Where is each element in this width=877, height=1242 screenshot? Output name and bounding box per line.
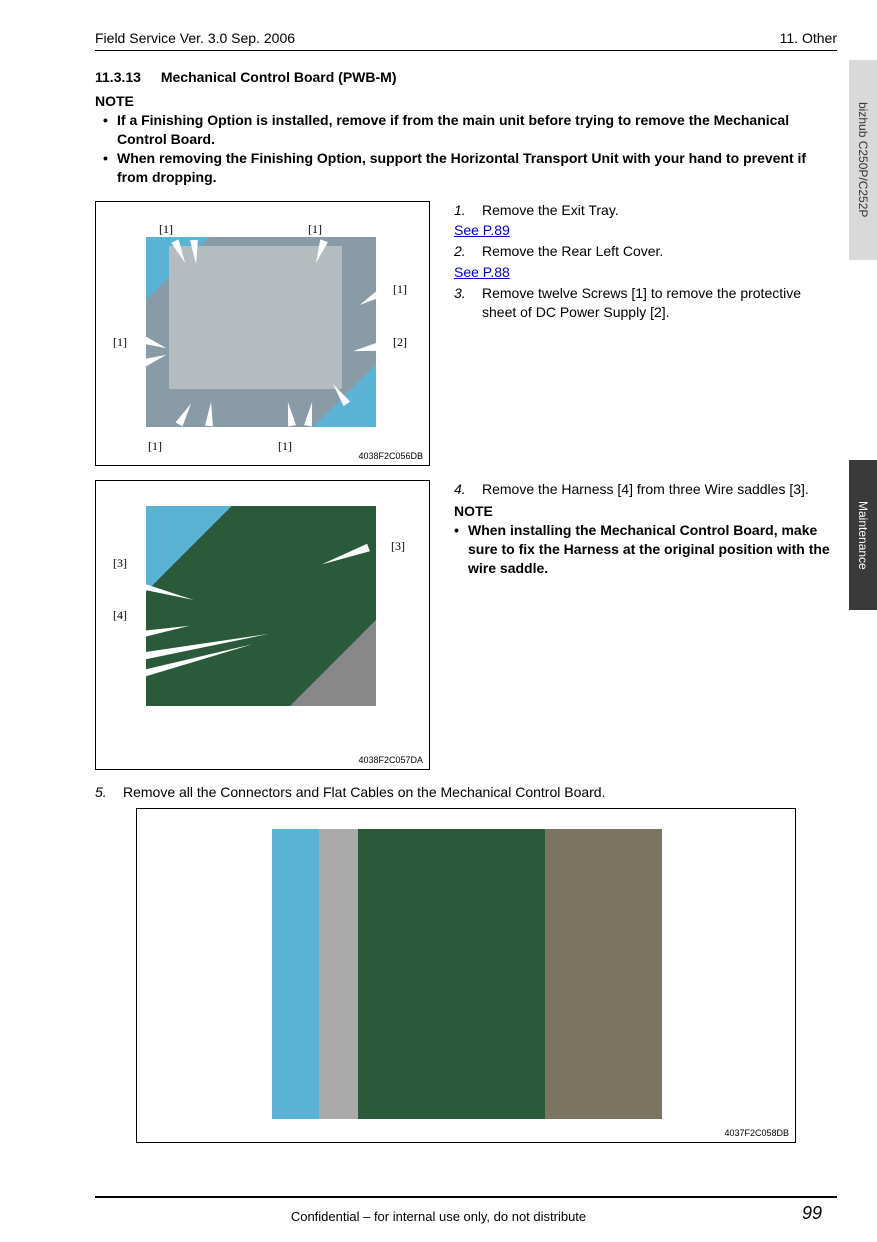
page-header: Field Service Ver. 3.0 Sep. 2006 11. Oth…	[95, 30, 837, 51]
step-text: Remove all the Connectors and Flat Cable…	[123, 784, 605, 800]
steps-block-2: 4. Remove the Harness [4] from three Wir…	[454, 480, 837, 578]
step-number: 4.	[454, 480, 472, 499]
section-heading: Mechanical Control Board (PWB-M)	[161, 69, 397, 85]
note-label: NOTE	[95, 93, 837, 109]
page-number: 99	[802, 1203, 822, 1224]
figure-3: 4037F2C058DB	[136, 808, 796, 1143]
figure-1: [1] [1] [1] [1] [1] [1] [2] 4038F2C056DB	[95, 201, 430, 466]
note-item: If a Finishing Option is installed, remo…	[95, 111, 837, 149]
step-number: 1.	[454, 201, 472, 220]
figure-2: [3] [3] [4] 4038F2C057DA	[95, 480, 430, 770]
callout-label: [1]	[159, 222, 173, 237]
figure-id: 4038F2C057DA	[358, 755, 423, 765]
section-number: 11.3.13	[95, 69, 141, 85]
step-text: Remove the Exit Tray.	[482, 201, 837, 220]
figure-photo	[146, 506, 376, 706]
figure-photo	[272, 829, 662, 1119]
callout-label: [1]	[308, 222, 322, 237]
step-text: Remove twelve Screws [1] to remove the p…	[482, 284, 837, 322]
callout-label: [1]	[393, 282, 407, 297]
header-right: 11. Other	[780, 30, 837, 46]
note-list: If a Finishing Option is installed, remo…	[95, 111, 837, 187]
step-text: Remove the Rear Left Cover.	[482, 242, 837, 261]
callout-label: [1]	[278, 439, 292, 454]
note-text: When installing the Mechanical Control B…	[454, 521, 837, 578]
callout-label: [4]	[113, 608, 127, 623]
step-text: Remove the Harness [4] from three Wire s…	[482, 480, 837, 499]
figure-id: 4037F2C058DB	[724, 1128, 789, 1138]
figure-id: 4038F2C056DB	[358, 451, 423, 461]
cross-ref-link[interactable]: See P.89	[454, 221, 837, 240]
callout-label: [3]	[113, 556, 127, 571]
note-label: NOTE	[454, 502, 837, 521]
step-number: 2.	[454, 242, 472, 261]
step-5: 5. Remove all the Connectors and Flat Ca…	[95, 784, 837, 800]
callout-label: [1]	[148, 439, 162, 454]
steps-block-1: 1. Remove the Exit Tray. See P.89 2. Rem…	[454, 201, 837, 324]
header-left: Field Service Ver. 3.0 Sep. 2006	[95, 30, 295, 46]
footer-rule	[95, 1196, 837, 1198]
callout-label: [1]	[113, 335, 127, 350]
step-number: 3.	[454, 284, 472, 322]
footer-text: Confidential – for internal use only, do…	[0, 1209, 877, 1224]
side-tab-section: Maintenance	[849, 460, 877, 610]
cross-ref-link[interactable]: See P.88	[454, 263, 837, 282]
note-item: When removing the Finishing Option, supp…	[95, 149, 837, 187]
step-number: 5.	[95, 784, 113, 800]
callout-label: [2]	[393, 335, 407, 350]
side-tab-model: bizhub C250P/C252P	[849, 60, 877, 260]
callout-label: [3]	[391, 539, 405, 554]
section-title: 11.3.13 Mechanical Control Board (PWB-M)	[95, 69, 837, 85]
